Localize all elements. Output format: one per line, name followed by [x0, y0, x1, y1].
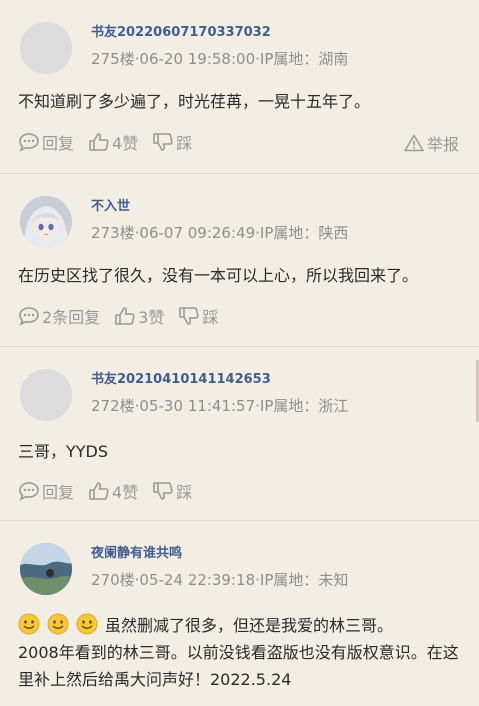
- reply-label: 回复: [42, 483, 75, 502]
- reply-button[interactable]: 回复: [18, 130, 74, 154]
- comment-meta: 275楼·06-20 19:58:00·IP属地：湖南: [91, 50, 349, 68]
- thumbs-up-icon: [89, 482, 109, 500]
- comment-text-line: 虽然删减了很多，但还是我爱的林三哥。: [18, 612, 459, 639]
- avatar[interactable]: [20, 543, 72, 595]
- like-label: 4赞: [112, 134, 139, 153]
- report-button[interactable]: 举报: [404, 131, 459, 155]
- warning-icon: [404, 134, 424, 152]
- reply-button[interactable]: 回复: [18, 479, 74, 503]
- dislike-button[interactable]: 踩: [152, 130, 192, 154]
- username[interactable]: 夜阑静有谁共鸣: [91, 542, 182, 561]
- comment-icon: [19, 307, 39, 326]
- like-label: 4赞: [112, 483, 139, 502]
- comment-actions: 回复 4赞 踩 举报: [18, 130, 459, 155]
- reply-label: 2条回复: [42, 308, 101, 327]
- avatar[interactable]: [20, 22, 72, 74]
- thumbs-up-icon: [89, 133, 109, 151]
- dislike-button[interactable]: 踩: [152, 479, 192, 503]
- comment-text: 不知道刷了多少遍了，时光荏苒，一晃十五年了。: [18, 92, 371, 111]
- report-label: 举报: [426, 135, 459, 154]
- comment-actions: 回复 4赞 踩: [18, 480, 459, 502]
- dislike-label: 踩: [176, 483, 193, 502]
- comment-text-first: 虽然删减了很多，但还是我爱的林三哥。: [105, 616, 394, 635]
- username[interactable]: 书友20210410141142653: [91, 368, 271, 387]
- comment-item: 书友20220607170337032 275楼·06-20 19:58:00·…: [0, 0, 479, 172]
- like-button[interactable]: 3赞: [114, 304, 164, 328]
- avatar[interactable]: [20, 196, 72, 248]
- comment-text: 虽然删减了很多，但还是我爱的林三哥。 2008年看到的林三哥。以前没钱看盗版也没…: [18, 612, 459, 693]
- smile-emoji: [47, 613, 69, 635]
- like-button[interactable]: 4赞: [88, 479, 138, 503]
- smile-emoji: [18, 613, 40, 635]
- dislike-button[interactable]: 踩: [178, 304, 218, 328]
- comment-text: 在历史区找了很久，没有一本可以上心，所以我回来了。: [18, 266, 419, 285]
- thumbs-down-icon: [179, 307, 200, 325]
- like-button[interactable]: 4赞: [88, 130, 138, 154]
- username[interactable]: 不入世: [91, 195, 130, 214]
- comment-icon: [19, 482, 39, 501]
- smile-emoji: [76, 613, 98, 635]
- dislike-label: 踩: [202, 308, 219, 327]
- reply-label: 回复: [42, 134, 75, 153]
- comment-item: 夜阑静有谁共鸣 270楼·05-24 22:39:18·IP属地：未知 虽然删减…: [0, 520, 479, 706]
- comment-item: 书友20210410141142653 272楼·05-30 11:41:57·…: [0, 346, 479, 520]
- comment-actions: 2条回复 3赞 踩: [18, 305, 459, 327]
- dislike-label: 踩: [176, 134, 193, 153]
- reply-button[interactable]: 2条回复: [18, 304, 100, 328]
- thumbs-up-icon: [115, 307, 135, 325]
- comment-text: 三哥，YYDS: [18, 442, 109, 461]
- comment-meta: 270楼·05-24 22:39:18·IP属地：未知: [91, 571, 349, 589]
- avatar[interactable]: [20, 369, 72, 421]
- comment-meta: 273楼·06-07 09:26:49·IP属地：陕西: [91, 224, 349, 242]
- like-label: 3赞: [138, 308, 165, 327]
- username[interactable]: 书友20220607170337032: [91, 21, 271, 40]
- comment-meta: 272楼·05-30 11:41:57·IP属地：浙江: [91, 397, 349, 415]
- thumbs-down-icon: [153, 482, 173, 500]
- comment-item: 不入世 273楼·06-07 09:26:49·IP属地：陕西 在历史区找了很久…: [0, 173, 479, 346]
- thumbs-down-icon: [153, 133, 173, 151]
- comment-icon: [19, 133, 39, 152]
- comment-text-rest: 2008年看到的林三哥。以前没钱看盗版也没有版权意识。在这里补上然后给禹大问声好…: [18, 643, 459, 689]
